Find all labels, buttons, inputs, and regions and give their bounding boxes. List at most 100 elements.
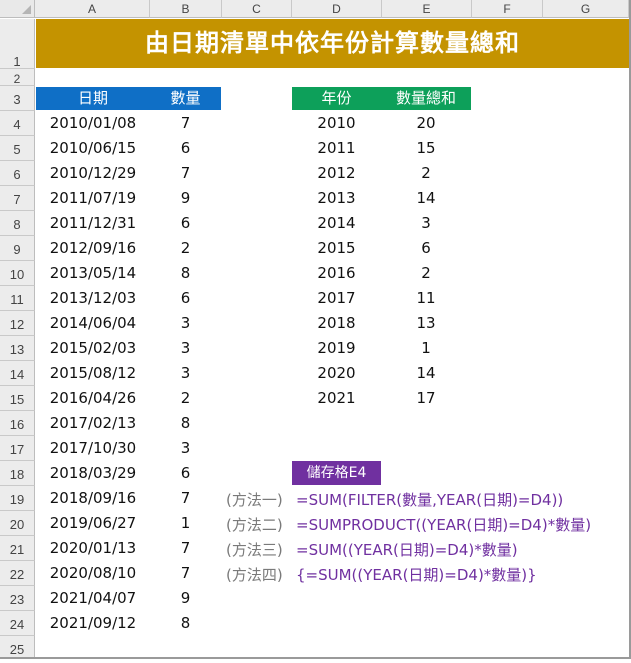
sum-cell[interactable]: 2: [381, 264, 471, 282]
date-cell[interactable]: 2021/04/07: [36, 589, 150, 607]
column-header-f[interactable]: F: [472, 0, 543, 18]
qty-column-header[interactable]: 數量: [150, 87, 221, 110]
qty-cell[interactable]: 9: [150, 189, 221, 207]
sum-cell[interactable]: 15: [381, 139, 471, 157]
date-cell[interactable]: 2021/09/12: [36, 614, 150, 632]
row-header-18[interactable]: 18: [0, 461, 35, 486]
sum-cell[interactable]: 11: [381, 289, 471, 307]
date-cell[interactable]: 2010/06/15: [36, 139, 150, 157]
year-cell[interactable]: 2015: [292, 239, 381, 257]
qty-cell[interactable]: 6: [150, 464, 221, 482]
qty-cell[interactable]: 3: [150, 314, 221, 332]
date-cell[interactable]: 2015/08/12: [36, 364, 150, 382]
row-header-14[interactable]: 14: [0, 361, 35, 386]
qty-cell[interactable]: 3: [150, 439, 221, 457]
qty-cell[interactable]: 7: [150, 489, 221, 507]
formula-text[interactable]: =SUM((YEAR(日期)=D4)*數量): [296, 539, 518, 560]
date-cell[interactable]: 2011/07/19: [36, 189, 150, 207]
column-header-d[interactable]: D: [292, 0, 382, 18]
row-header-17[interactable]: 17: [0, 436, 35, 461]
qty-cell[interactable]: 3: [150, 339, 221, 357]
sum-cell[interactable]: 20: [381, 114, 471, 132]
year-cell[interactable]: 2021: [292, 389, 381, 407]
year-cell[interactable]: 2014: [292, 214, 381, 232]
row-header-11[interactable]: 11: [0, 286, 35, 311]
row-header-25[interactable]: 25: [0, 636, 35, 658]
sum-cell[interactable]: 6: [381, 239, 471, 257]
date-column-header[interactable]: 日期: [36, 87, 150, 110]
year-cell[interactable]: 2012: [292, 164, 381, 182]
row-header-1[interactable]: 1: [0, 19, 35, 69]
qty-cell[interactable]: 8: [150, 264, 221, 282]
date-cell[interactable]: 2018/09/16: [36, 489, 150, 507]
row-header-4[interactable]: 4: [0, 111, 35, 136]
date-cell[interactable]: 2020/08/10: [36, 564, 150, 582]
qty-cell[interactable]: 6: [150, 214, 221, 232]
qty-cell[interactable]: 1: [150, 514, 221, 532]
date-cell[interactable]: 2015/02/03: [36, 339, 150, 357]
row-header-24[interactable]: 24: [0, 611, 35, 636]
formula-text[interactable]: {=SUM((YEAR(日期)=D4)*數量)}: [296, 564, 537, 585]
sum-cell[interactable]: 13: [381, 314, 471, 332]
row-header-9[interactable]: 9: [0, 236, 35, 261]
row-header-16[interactable]: 16: [0, 411, 35, 436]
column-header-a[interactable]: A: [35, 0, 150, 18]
qty-cell[interactable]: 8: [150, 414, 221, 432]
qty-cell[interactable]: 3: [150, 364, 221, 382]
qty-cell[interactable]: 7: [150, 114, 221, 132]
row-header-15[interactable]: 15: [0, 386, 35, 411]
qty-cell[interactable]: 9: [150, 589, 221, 607]
row-header-19[interactable]: 19: [0, 486, 35, 511]
formula-text[interactable]: =SUMPRODUCT((YEAR(日期)=D4)*數量): [296, 514, 591, 535]
row-header-6[interactable]: 6: [0, 161, 35, 186]
column-header-c[interactable]: C: [222, 0, 292, 18]
date-cell[interactable]: 2020/01/13: [36, 539, 150, 557]
row-header-12[interactable]: 12: [0, 311, 35, 336]
sum-cell[interactable]: 14: [381, 364, 471, 382]
row-header-3[interactable]: 3: [0, 86, 35, 111]
year-cell[interactable]: 2010: [292, 114, 381, 132]
row-header-10[interactable]: 10: [0, 261, 35, 286]
year-cell[interactable]: 2016: [292, 264, 381, 282]
row-header-13[interactable]: 13: [0, 336, 35, 361]
qty-cell[interactable]: 7: [150, 539, 221, 557]
select-all-button[interactable]: [0, 0, 35, 18]
row-header-5[interactable]: 5: [0, 136, 35, 161]
qty-cell[interactable]: 7: [150, 564, 221, 582]
sum-cell[interactable]: 17: [381, 389, 471, 407]
date-cell[interactable]: 2012/09/16: [36, 239, 150, 257]
qty-cell[interactable]: 6: [150, 139, 221, 157]
date-cell[interactable]: 2016/04/26: [36, 389, 150, 407]
year-column-header[interactable]: 年份: [292, 87, 381, 110]
date-cell[interactable]: 2013/12/03: [36, 289, 150, 307]
year-cell[interactable]: 2011: [292, 139, 381, 157]
row-header-23[interactable]: 23: [0, 586, 35, 611]
row-header-2[interactable]: 2: [0, 69, 35, 86]
qty-cell[interactable]: 8: [150, 614, 221, 632]
date-cell[interactable]: 2013/05/14: [36, 264, 150, 282]
formula-text[interactable]: =SUM(FILTER(數量,YEAR(日期)=D4)): [296, 489, 563, 510]
year-cell[interactable]: 2020: [292, 364, 381, 382]
qty-cell[interactable]: 2: [150, 389, 221, 407]
qty-cell[interactable]: 6: [150, 289, 221, 307]
qty-cell[interactable]: 7: [150, 164, 221, 182]
date-cell[interactable]: 2014/06/04: [36, 314, 150, 332]
year-cell[interactable]: 2017: [292, 289, 381, 307]
year-cell[interactable]: 2019: [292, 339, 381, 357]
date-cell[interactable]: 2017/10/30: [36, 439, 150, 457]
sum-cell[interactable]: 14: [381, 189, 471, 207]
sum-cell[interactable]: 3: [381, 214, 471, 232]
sum-cell[interactable]: 1: [381, 339, 471, 357]
sum-cell[interactable]: 2: [381, 164, 471, 182]
date-cell[interactable]: 2010/12/29: [36, 164, 150, 182]
column-header-g[interactable]: G: [543, 0, 629, 18]
date-cell[interactable]: 2017/02/13: [36, 414, 150, 432]
row-header-21[interactable]: 21: [0, 536, 35, 561]
column-header-b[interactable]: B: [150, 0, 222, 18]
row-header-20[interactable]: 20: [0, 511, 35, 536]
date-cell[interactable]: 2010/01/08: [36, 114, 150, 132]
sum-column-header[interactable]: 數量總和: [381, 87, 471, 110]
date-cell[interactable]: 2018/03/29: [36, 464, 150, 482]
column-header-e[interactable]: E: [382, 0, 472, 18]
date-cell[interactable]: 2011/12/31: [36, 214, 150, 232]
